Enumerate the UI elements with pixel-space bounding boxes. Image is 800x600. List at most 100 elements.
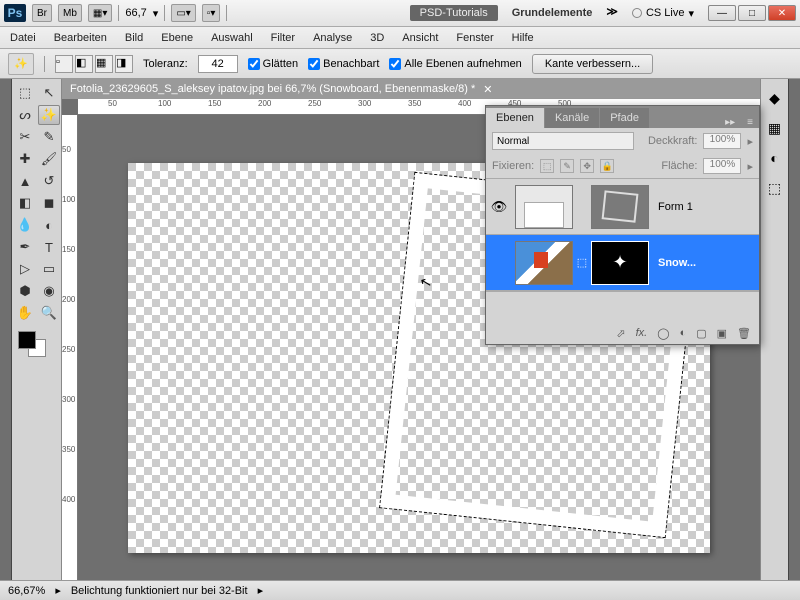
right-dock[interactable] bbox=[788, 79, 800, 580]
zoom-status[interactable]: 66,67% bbox=[8, 585, 45, 597]
layer-row[interactable]: 👁 Form 1 bbox=[486, 179, 759, 235]
visibility-icon[interactable]: 👁 bbox=[486, 199, 512, 215]
tab-paths[interactable]: Pfade bbox=[600, 108, 649, 128]
left-dock[interactable] bbox=[0, 79, 12, 580]
chevron-right-icon[interactable]: ▸ bbox=[258, 584, 264, 597]
refine-edge-button[interactable]: Kante verbessern... bbox=[532, 54, 653, 74]
layer-fx-icon[interactable]: fx. bbox=[636, 327, 648, 339]
gradient-tool[interactable]: ◼ bbox=[38, 193, 60, 213]
lock-position-icon[interactable]: ✥ bbox=[580, 159, 594, 173]
layer-thumbnail[interactable] bbox=[515, 241, 573, 285]
color-swatches[interactable] bbox=[14, 329, 59, 359]
3d-camera-tool[interactable]: ◉ bbox=[38, 281, 60, 301]
healing-tool[interactable]: ✚ bbox=[14, 149, 36, 169]
view-extras-button[interactable]: ▦▾ bbox=[88, 4, 112, 22]
titlebar: Ps Br Mb ▦▾ 66,7▾ ▭▾ ▫▾ PSD-Tutorials Gr… bbox=[0, 0, 800, 27]
app-logo: Ps bbox=[4, 4, 26, 22]
fill-input[interactable]: 100% bbox=[703, 158, 741, 174]
opacity-input[interactable]: 100% bbox=[703, 133, 741, 149]
all-layers-check[interactable]: Alle Ebenen aufnehmen bbox=[389, 58, 521, 70]
zoom-tool[interactable]: 🔍 bbox=[38, 303, 60, 323]
minimize-button[interactable]: ― bbox=[708, 5, 736, 21]
menu-help[interactable]: Hilfe bbox=[512, 32, 534, 44]
group-icon[interactable]: ▢ bbox=[696, 327, 706, 340]
type-tool[interactable]: T bbox=[38, 237, 60, 257]
blend-mode-select[interactable] bbox=[492, 132, 634, 150]
cs-live[interactable]: CS Live▾ bbox=[624, 7, 702, 20]
bridge-button[interactable]: Br bbox=[32, 4, 52, 22]
workspace-more-icon[interactable]: ≫ bbox=[606, 5, 618, 21]
crop-tool[interactable]: ✂ bbox=[14, 127, 36, 147]
marquee-tool[interactable]: ↖ bbox=[38, 83, 60, 103]
ruler-vertical[interactable]: 50 100 150 200 250 300 350 400 bbox=[62, 115, 78, 580]
history-brush-tool[interactable]: ↺ bbox=[38, 171, 60, 191]
layer-name[interactable]: Form 1 bbox=[652, 201, 759, 213]
layer-thumbnail[interactable] bbox=[515, 185, 573, 229]
minibridge-button[interactable]: Mb bbox=[58, 4, 82, 22]
zoom-display[interactable]: 66,7 bbox=[125, 7, 146, 19]
antialias-check[interactable]: Glätten bbox=[248, 58, 298, 70]
lasso-tool[interactable]: ᔕ bbox=[14, 105, 36, 125]
blur-tool[interactable]: 💧 bbox=[14, 215, 36, 235]
link-icon[interactable]: ⬚ bbox=[576, 256, 588, 269]
move-tool[interactable]: ⬚ bbox=[14, 83, 36, 103]
tab-channels[interactable]: Kanäle bbox=[545, 108, 599, 128]
menu-image[interactable]: Bild bbox=[125, 32, 143, 44]
menu-edit[interactable]: Bearbeiten bbox=[54, 32, 107, 44]
menu-3d[interactable]: 3D bbox=[370, 32, 384, 44]
menu-filter[interactable]: Filter bbox=[271, 32, 295, 44]
new-layer-icon[interactable]: ▣ bbox=[717, 327, 727, 340]
adjustment-layer-icon[interactable]: ◐ bbox=[680, 327, 687, 339]
menu-view[interactable]: Ansicht bbox=[402, 32, 438, 44]
menu-analysis[interactable]: Analyse bbox=[313, 32, 352, 44]
brush-tool[interactable]: 🖌 bbox=[38, 149, 60, 169]
stamp-tool[interactable]: ▲ bbox=[14, 171, 36, 191]
contiguous-check[interactable]: Benachbart bbox=[308, 58, 379, 70]
adjustments-panel-icon[interactable]: ◐ bbox=[765, 149, 785, 167]
panel-menu-icon[interactable]: ≡ bbox=[741, 117, 759, 128]
workspace-other[interactable]: Grundelemente bbox=[502, 5, 603, 21]
tab-layers[interactable]: Ebenen bbox=[486, 108, 544, 128]
statusbar: 66,67% ▸ Belichtung funktioniert nur bei… bbox=[0, 580, 800, 600]
eraser-tool[interactable]: ◧ bbox=[14, 193, 36, 213]
maximize-button[interactable]: □ bbox=[738, 5, 766, 21]
swatches-panel-icon[interactable]: ▦ bbox=[765, 119, 785, 137]
document-tab[interactable]: Fotolia_23629605_S_aleksey ipatov.jpg be… bbox=[62, 79, 760, 99]
styles-panel-icon[interactable]: ⬚ bbox=[765, 179, 785, 197]
3d-tool[interactable]: ⬢ bbox=[14, 281, 36, 301]
close-tab-icon[interactable]: ✕ bbox=[483, 83, 492, 96]
vector-mask-thumbnail[interactable] bbox=[591, 185, 649, 229]
lock-transparency-icon[interactable]: ⬚ bbox=[540, 159, 554, 173]
shape-tool[interactable]: ▭ bbox=[38, 259, 60, 279]
lock-all-icon[interactable]: 🔒 bbox=[600, 159, 614, 173]
delete-layer-icon[interactable]: 🗑 bbox=[737, 327, 751, 340]
layer-name[interactable]: Snow... bbox=[652, 257, 759, 269]
eyedropper-tool[interactable]: ✎ bbox=[38, 127, 60, 147]
sample-size-group[interactable]: ▫◧▦◨ bbox=[55, 55, 133, 73]
menu-window[interactable]: Fenster bbox=[456, 32, 493, 44]
magic-wand-tool[interactable]: ✨ bbox=[38, 105, 60, 125]
color-panel-icon[interactable]: ◆ bbox=[765, 89, 785, 107]
tool-preset-icon[interactable]: ✨ bbox=[8, 53, 34, 75]
layer-row[interactable]: ⬚ ✦ Snow... bbox=[486, 235, 759, 291]
tolerance-input[interactable] bbox=[198, 55, 238, 73]
menu-layer[interactable]: Ebene bbox=[161, 32, 193, 44]
lock-pixels-icon[interactable]: ✎ bbox=[560, 159, 574, 173]
workspace-active[interactable]: PSD-Tutorials bbox=[410, 5, 498, 21]
menu-select[interactable]: Auswahl bbox=[211, 32, 253, 44]
panel-collapse-icon[interactable]: ▸▸ bbox=[719, 117, 741, 128]
link-layers-icon[interactable]: ⬀ bbox=[616, 327, 625, 340]
path-select-tool[interactable]: ▷ bbox=[14, 259, 36, 279]
hand-tool[interactable]: ✋ bbox=[14, 303, 36, 323]
arrange-button[interactable]: ▭▾ bbox=[171, 4, 195, 22]
pen-tool[interactable]: ✒ bbox=[14, 237, 36, 257]
layer-mask-icon[interactable]: ◯ bbox=[657, 327, 669, 340]
screenmode-button[interactable]: ▫▾ bbox=[202, 4, 221, 22]
dodge-tool[interactable]: ◐ bbox=[38, 215, 60, 235]
options-bar: ✨ ▫◧▦◨ Toleranz: Glätten Benachbart Alle… bbox=[0, 49, 800, 79]
layer-mask-thumbnail[interactable]: ✦ bbox=[591, 241, 649, 285]
chevron-right-icon[interactable]: ▸ bbox=[55, 584, 61, 597]
menu-file[interactable]: Datei bbox=[10, 32, 36, 44]
close-button[interactable]: ✕ bbox=[768, 5, 796, 21]
foreground-color[interactable] bbox=[18, 331, 36, 349]
